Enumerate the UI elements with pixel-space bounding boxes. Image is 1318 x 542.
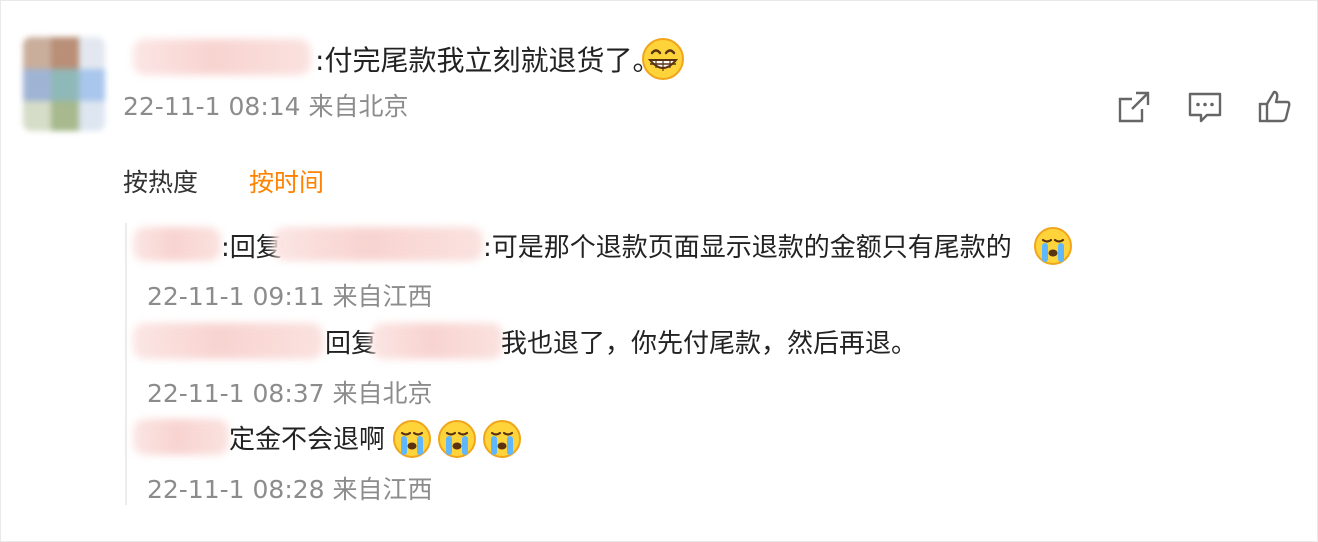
username-blurred[interactable] xyxy=(133,39,311,75)
reply-location: 来自北京 xyxy=(332,379,433,408)
crying-face-icon xyxy=(1034,227,1072,265)
comment-location: 来自北京 xyxy=(308,92,409,121)
reply-target-blurred[interactable] xyxy=(273,227,483,261)
comment-meta: 22-11-1 08:14 来自北京 xyxy=(123,91,409,123)
reply-time: 22-11-1 08:28 xyxy=(147,475,325,504)
share-icon[interactable] xyxy=(1114,87,1154,127)
comment-body: 付完尾款我立刻就退货了。 xyxy=(324,44,661,77)
reply-location: 来自江西 xyxy=(332,282,433,311)
reply-meta: 22-11-1 08:37 来自北京 xyxy=(147,378,433,410)
reply-text: 我也退了，你先付尾款，然后再退。 xyxy=(501,329,918,359)
reply-meta: 22-11-1 09:11 来自江西 xyxy=(147,281,433,313)
reply-username-blurred[interactable] xyxy=(133,419,229,455)
reply-time: 22-11-1 08:37 xyxy=(147,379,325,408)
comment-panel: :付完尾款我立刻就退货了。 22-11-1 08:14 来自北京 按热度 按时间 xyxy=(0,0,1318,542)
reply-username-blurred[interactable] xyxy=(133,323,323,359)
like-icon[interactable] xyxy=(1255,87,1295,127)
reply-text: 定金不会退啊 xyxy=(229,425,386,455)
reply-prefix: 回复 xyxy=(325,329,378,359)
tab-sort-by-hot[interactable]: 按热度 xyxy=(123,166,198,200)
crying-face-icon xyxy=(438,420,476,458)
tab-sort-by-time[interactable]: 按时间 xyxy=(249,166,324,200)
reply-location: 来自江西 xyxy=(332,475,433,504)
reply-target-blurred[interactable] xyxy=(371,323,503,359)
reply-meta: 22-11-1 08:28 来自江西 xyxy=(147,474,433,506)
reply-text: :可是那个退款页面显示退款的金额只有尾款的 xyxy=(483,233,1012,263)
crying-face-icon xyxy=(483,420,521,458)
reply-thread-line xyxy=(125,223,127,505)
reply-username-blurred[interactable] xyxy=(133,227,221,261)
comment-time: 22-11-1 08:14 xyxy=(123,92,301,121)
avatar[interactable] xyxy=(23,37,105,131)
reply-time: 22-11-1 09:11 xyxy=(147,282,325,311)
comment-text: :付完尾款我立刻就退货了。 xyxy=(315,43,660,79)
grinning-face-icon xyxy=(642,38,684,80)
crying-face-icon xyxy=(393,420,431,458)
comment-icon[interactable] xyxy=(1185,87,1225,127)
